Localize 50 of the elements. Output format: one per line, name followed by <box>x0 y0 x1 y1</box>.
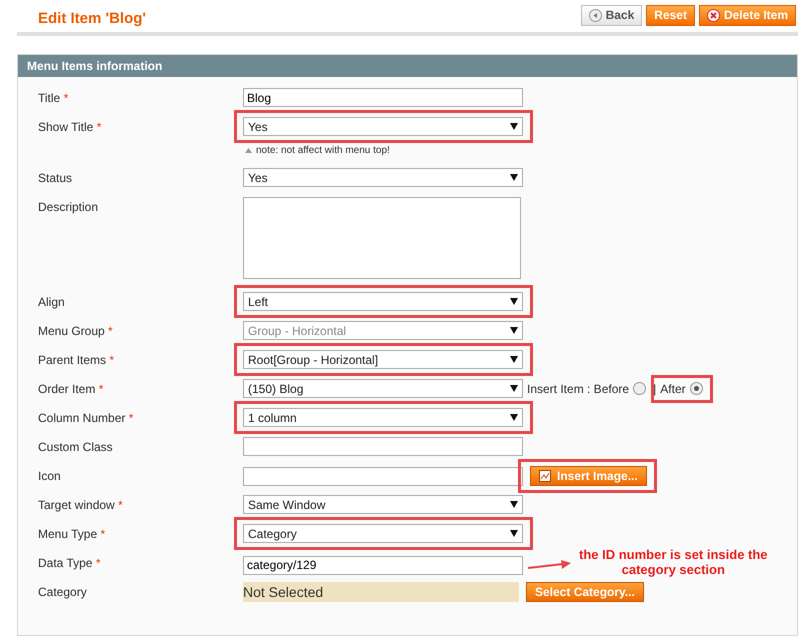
annotation-text: the ID number is set inside the category section <box>579 547 768 577</box>
caret-icon <box>510 327 518 334</box>
field-label: Menu Group * <box>38 323 114 338</box>
field-label: Title * <box>38 90 70 105</box>
field-label: Menu Type * <box>38 526 106 541</box>
text-field[interactable]: Blog <box>243 88 523 107</box>
caret-icon <box>510 385 518 392</box>
after-radio[interactable] <box>690 382 703 395</box>
field-label: Data Type * <box>38 555 102 570</box>
caret-icon <box>510 530 518 537</box>
before-radio[interactable] <box>633 382 646 395</box>
select-field[interactable]: Yes <box>243 117 523 136</box>
caret-icon <box>510 174 518 181</box>
field-label: Parent Items * <box>38 352 116 367</box>
field-label: Show Title * <box>38 119 102 134</box>
text-field[interactable] <box>243 437 523 456</box>
field-label: Order Item * <box>38 381 104 396</box>
field-label: Align <box>38 294 66 309</box>
select-field[interactable]: Yes <box>243 168 523 187</box>
arrow-icon <box>527 559 571 571</box>
section-header: Menu Items information <box>18 55 797 77</box>
back-button[interactable]: Back <box>580 4 642 26</box>
caret-icon <box>510 123 518 130</box>
select-field[interactable]: Root[Group - Horizontal] <box>243 350 523 369</box>
page-title: Edit Item 'Blog' <box>38 8 146 26</box>
field-label: Icon <box>38 468 62 483</box>
triangle-icon <box>245 148 252 153</box>
select-field[interactable]: Left <box>243 292 523 311</box>
field-label: Status <box>38 170 74 185</box>
close-icon <box>706 8 720 22</box>
insert-label: Insert Item : Before <box>527 382 630 396</box>
select-field[interactable]: (150) Blog <box>243 379 523 398</box>
field-label: Custom Class <box>38 439 114 454</box>
field-label: Description <box>38 199 100 214</box>
select-field[interactable]: 1 column <box>243 408 523 427</box>
field-label: Column Number * <box>38 410 134 425</box>
field-note: note: not affect with menu top! <box>256 145 390 156</box>
caret-icon <box>510 501 518 508</box>
field-label: Category <box>38 584 88 599</box>
select-field[interactable]: Category <box>243 524 523 543</box>
caret-icon <box>510 414 518 421</box>
text-field[interactable]: category/129 <box>243 556 523 574</box>
after-label: After <box>660 382 686 396</box>
category-display: Not Selected <box>243 582 519 602</box>
description-field[interactable] <box>243 197 521 279</box>
select-field[interactable]: Same Window <box>243 495 523 514</box>
caret-icon <box>510 298 518 305</box>
caret-icon <box>510 356 518 363</box>
field-label: Target window * <box>38 497 124 512</box>
text-field[interactable] <box>243 466 523 486</box>
